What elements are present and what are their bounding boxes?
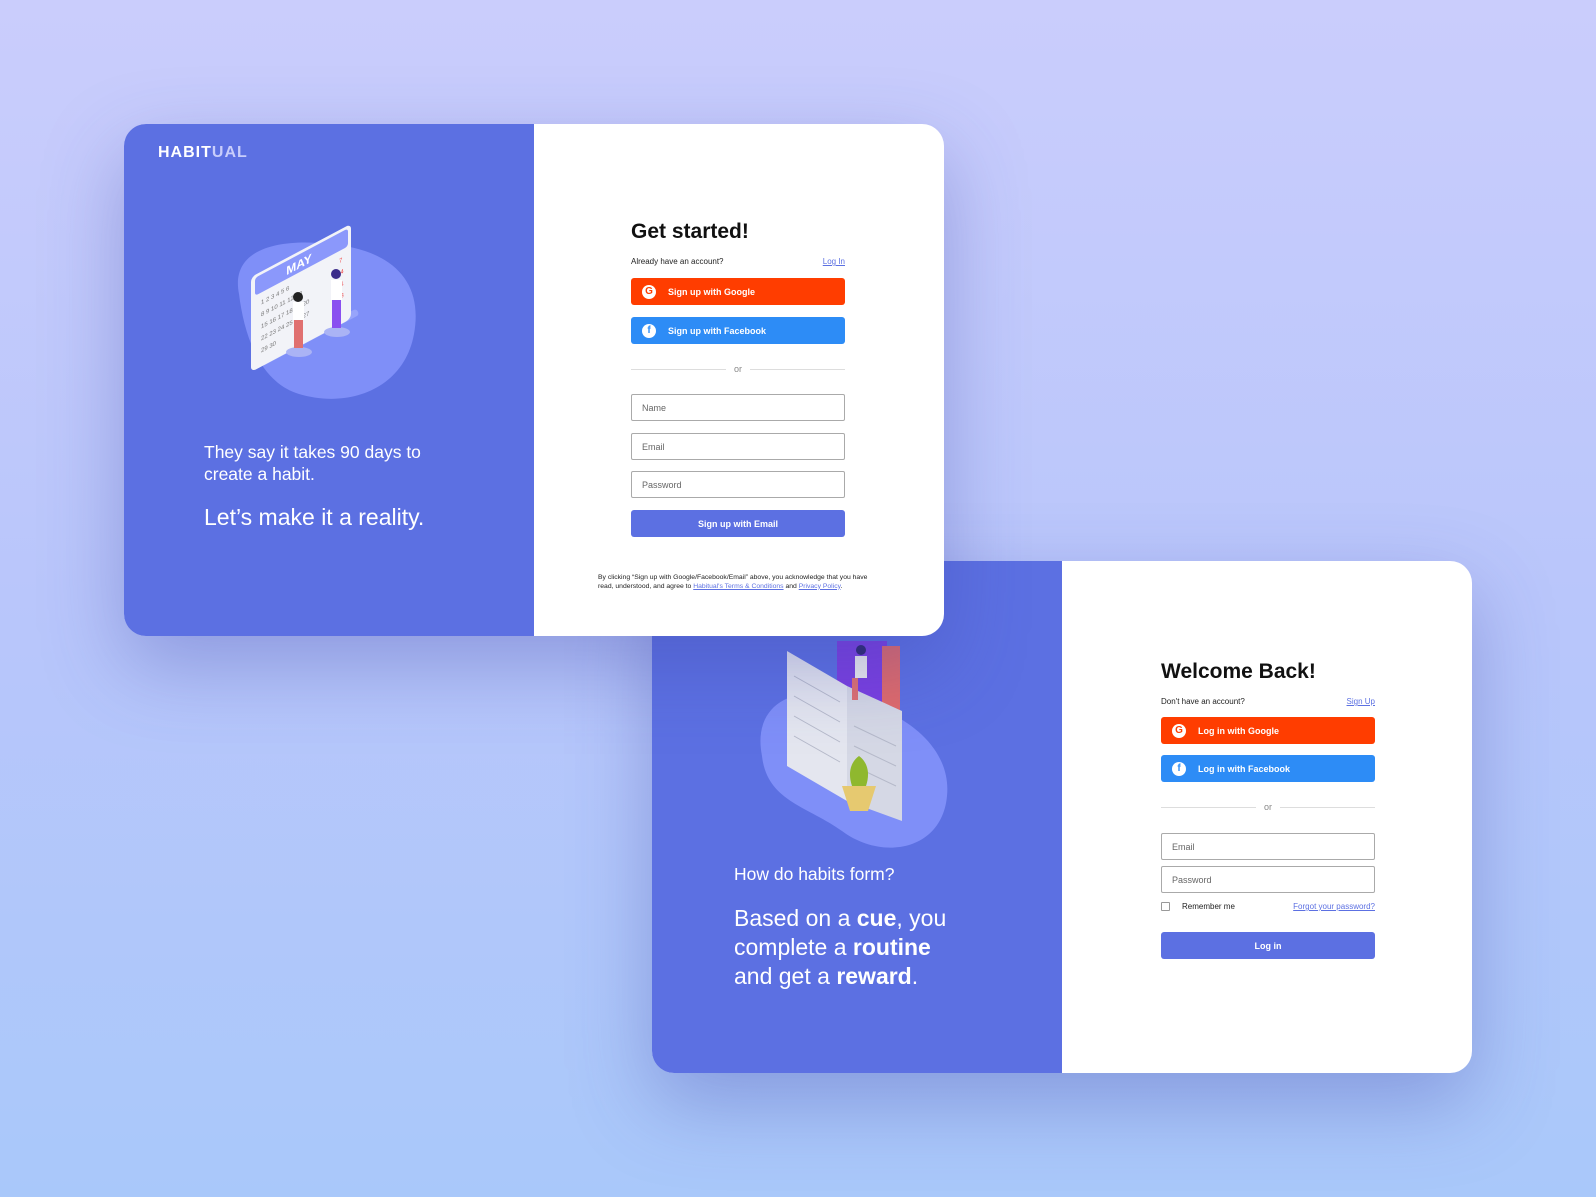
no-account-text: Don't have an account? — [1161, 697, 1245, 706]
name-input[interactable]: Name — [631, 394, 845, 421]
or-divider: or — [1161, 802, 1376, 812]
google-login-button[interactable]: G Log in with Google — [1161, 717, 1375, 744]
email-input[interactable]: Email — [631, 433, 845, 460]
calendar-illustration: MAY 1 2 3 4 5 68 9 10 11 12 1315 16 17 1… — [237, 225, 416, 399]
signup-card: HABITUAL MAY 1 2 3 4 5 68 9 10 11 12 13 1… — [124, 124, 944, 636]
signup-headline: Let’s make it a reality. — [204, 504, 425, 530]
signup-hero-panel: HABITUAL MAY 1 2 3 4 5 68 9 10 11 12 13 1… — [124, 124, 534, 636]
facebook-signup-button[interactable]: f Sign up with Facebook — [631, 317, 845, 344]
email-signup-button[interactable]: Sign up with Email — [631, 510, 845, 537]
books-illustration — [760, 641, 948, 848]
terms-link[interactable]: Habitual's Terms & Conditions — [693, 583, 783, 590]
remember-label: Remember me — [1182, 902, 1235, 911]
google-icon: G — [642, 284, 656, 299]
login-link[interactable]: Log In — [823, 257, 845, 266]
login-button[interactable]: Log in — [1161, 932, 1375, 959]
or-divider: or — [631, 364, 846, 374]
forgot-password-link[interactable]: Forgot your password? — [1293, 902, 1375, 911]
signup-title: Get started! — [631, 220, 749, 243]
login-hero-panel: How do habits form? Based on a cue, you … — [652, 561, 1062, 1073]
terms-text: By clicking “Sign up with Google/Faceboo… — [598, 574, 868, 590]
have-account-text: Already have an account? — [631, 257, 724, 266]
google-signup-button[interactable]: G Sign up with Google — [631, 278, 845, 305]
login-form-heading: Welcome Back! Don't have an account? Sign… — [1161, 660, 1375, 706]
login-headline: Based on a cue, you complete a routine a… — [734, 905, 947, 989]
logo: HABITUAL — [158, 144, 248, 161]
facebook-login-button[interactable]: f Log in with Facebook — [1161, 755, 1375, 782]
google-icon: G — [1172, 723, 1186, 738]
login-card: How do habits form? Based on a cue, you … — [652, 561, 1472, 1073]
login-password-input[interactable]: Password — [1161, 866, 1375, 893]
login-email-input[interactable]: Email — [1161, 833, 1375, 860]
login-title: Welcome Back! — [1161, 660, 1316, 683]
signup-link[interactable]: Sign Up — [1347, 697, 1375, 706]
signup-tagline: They say it takes 90 days to create a ha… — [204, 442, 421, 484]
signup-form-heading: Get started! Already have an account? Log… — [631, 220, 845, 266]
login-question: How do habits form? — [734, 864, 895, 884]
facebook-icon: f — [642, 323, 656, 338]
password-input[interactable]: Password — [631, 471, 845, 498]
remember-row: Remember me Forgot your password? — [1161, 902, 1375, 911]
facebook-icon: f — [1172, 761, 1186, 776]
privacy-link[interactable]: Privacy Policy — [799, 583, 841, 590]
remember-checkbox[interactable] — [1161, 902, 1170, 911]
